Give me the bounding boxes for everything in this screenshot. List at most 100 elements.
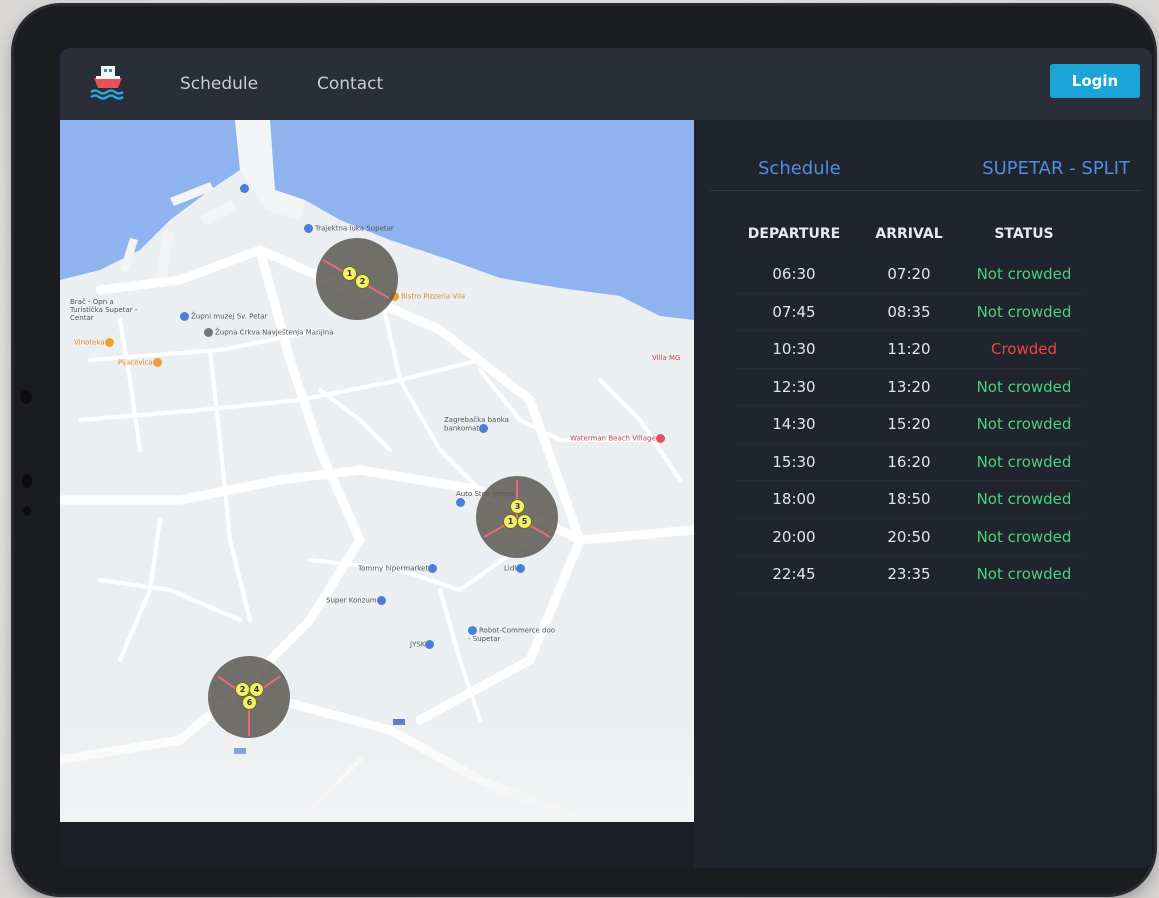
- header-departure: DEPARTURE: [747, 226, 841, 242]
- poi-marker[interactable]: Bistro Pizzeria Vila: [390, 292, 465, 301]
- map-pin-icon: [468, 626, 477, 635]
- arrival-time: 20:50: [854, 518, 964, 556]
- poi-marker[interactable]: Villa MG: [652, 354, 680, 362]
- poi-label: Trajektna luka Supetar: [315, 224, 394, 233]
- poi-marker[interactable]: Tommy hipermarket: [358, 564, 439, 573]
- crowd-marker[interactable]: 6: [242, 695, 257, 710]
- map-fade: [60, 712, 694, 822]
- schedule-rows: 06:30 07:20 Not crowded 07:45 08:35 Not crowd…: [734, 256, 1084, 594]
- poi-label: Tommy hipermarket: [358, 564, 429, 573]
- poi-label: Villa MG: [652, 354, 681, 362]
- poi-marker[interactable]: Zagrebačka banka bankomat: [444, 416, 514, 433]
- map-pin-icon: [376, 596, 386, 605]
- poi-marker[interactable]: Župna Crkva Navještenja Marijina: [204, 328, 333, 337]
- poi-label: Pijacevica: [118, 358, 153, 367]
- tablet-sensor: [22, 474, 32, 488]
- schedule-panel: Schedule SUPETAR - SPLIT DEPARTURE ARRIV…: [694, 120, 1152, 868]
- table-row[interactable]: 10:30 11:20 Crowded: [734, 330, 1084, 369]
- poi-label: Vinoteka: [74, 338, 105, 347]
- poi-label: Župna Crkva Navještenja Marijina: [215, 328, 334, 337]
- table-row[interactable]: 07:45 08:35 Not crowded: [734, 293, 1084, 331]
- crowd-marker[interactable]: 2: [355, 274, 370, 289]
- poi-label: Župni muzej Sv. Petar: [191, 312, 268, 321]
- poi-marker[interactable]: Župni muzej Sv. Petar: [180, 312, 267, 321]
- ship-logo-icon[interactable]: [86, 60, 130, 104]
- arrival-time: 15:20: [854, 405, 964, 444]
- crowd-status: Not crowded: [964, 256, 1084, 294]
- poi-label: Super Konzum: [326, 596, 377, 605]
- crowd-status: Not crowded: [964, 293, 1084, 331]
- poi-marker[interactable]: Super Konzum: [326, 596, 388, 605]
- poi-marker[interactable]: Robot-Commerce doo - Supetar: [468, 626, 558, 643]
- crowd-marker[interactable]: 1: [503, 514, 518, 529]
- departure-time: 06:30: [734, 256, 854, 294]
- poi-marker[interactable]: Trajektna luka Supetar: [304, 224, 394, 233]
- poi-marker[interactable]: JYSK: [410, 640, 436, 649]
- login-button[interactable]: Login: [1050, 64, 1140, 98]
- map-pin-icon: [655, 434, 665, 443]
- header-arrival: ARRIVAL: [875, 226, 943, 242]
- map-pin-icon: [479, 424, 489, 433]
- arrival-time: 11:20: [854, 330, 964, 369]
- arrival-time: 07:20: [854, 256, 964, 294]
- crowd-status: Not crowded: [964, 555, 1084, 594]
- poi-label: Brač - Opn a Turistička Supetar - Centar: [70, 298, 138, 322]
- arrival-time: 23:35: [854, 555, 964, 594]
- poi-marker[interactable]: Brač - Opn a Turistička Supetar - Centar: [70, 298, 140, 322]
- map-pin-icon: [425, 640, 435, 649]
- tablet-sensor: [23, 506, 31, 516]
- arrival-time: 08:35: [854, 293, 964, 331]
- poi-label: Bistro Pizzeria Vila: [401, 292, 466, 301]
- poi-label: Waterman Beach Village: [570, 434, 656, 443]
- poi-marker[interactable]: Vinoteka: [74, 338, 116, 347]
- departure-time: 18:00: [734, 480, 854, 519]
- departure-time: 07:45: [734, 293, 854, 331]
- departure-time: 15:30: [734, 443, 854, 481]
- poi-label: Zagrebačka banka bankomat: [444, 416, 509, 433]
- table-row[interactable]: 18:00 18:50 Not crowded: [734, 480, 1084, 519]
- table-row[interactable]: 20:00 20:50 Not crowded: [734, 518, 1084, 556]
- poi-label: Lidl: [504, 564, 517, 573]
- map-pin-icon: [516, 564, 526, 573]
- map-pin-icon: [104, 338, 114, 347]
- map-pin-icon: [152, 358, 162, 367]
- crowd-status: Not crowded: [964, 405, 1084, 444]
- table-row[interactable]: 22:45 23:35 Not crowded: [734, 555, 1084, 594]
- nav-link-schedule[interactable]: Schedule: [180, 74, 258, 94]
- map-pin-icon: [204, 328, 213, 337]
- crowd-cluster[interactable]: 3 1 5: [476, 476, 558, 558]
- route-title[interactable]: SUPETAR - SPLIT: [982, 158, 1130, 179]
- header-status: STATUS: [994, 226, 1054, 242]
- crowd-cluster[interactable]: 2 4 6: [208, 656, 290, 738]
- map-pin-icon: [304, 224, 313, 233]
- poi-marker[interactable]: Pijacevica: [118, 358, 164, 367]
- table-row[interactable]: 12:30 13:20 Not crowded: [734, 368, 1084, 406]
- map-view[interactable]: Trajektna luka Supetar Bistro Pizzeria V…: [60, 120, 694, 822]
- crowd-status: Not crowded: [964, 518, 1084, 556]
- tab-schedule[interactable]: Schedule: [758, 158, 841, 179]
- poi-marker[interactable]: Waterman Beach Village: [570, 434, 667, 443]
- nav-link-contact[interactable]: Contact: [317, 74, 383, 94]
- tablet-frame: Schedule Contact Login Trajektna luka Su…: [14, 6, 1154, 894]
- table-row[interactable]: 14:30 15:20 Not crowded: [734, 405, 1084, 444]
- crowd-status: Not crowded: [964, 443, 1084, 481]
- arrival-time: 18:50: [854, 480, 964, 519]
- table-row[interactable]: 15:30 16:20 Not crowded: [734, 443, 1084, 481]
- crowd-status: Crowded: [964, 330, 1084, 369]
- departure-time: 14:30: [734, 405, 854, 444]
- crowd-cluster[interactable]: 1 2: [316, 238, 398, 320]
- crowd-marker[interactable]: 3: [510, 499, 525, 514]
- departure-time: 20:00: [734, 518, 854, 556]
- arrival-time: 13:20: [854, 368, 964, 406]
- bottom-bar: [60, 822, 694, 868]
- departure-time: 12:30: [734, 368, 854, 406]
- table-row[interactable]: 06:30 07:20 Not crowded: [734, 256, 1084, 294]
- poi-marker[interactable]: Lidl: [504, 564, 527, 573]
- crowd-status: Not crowded: [964, 480, 1084, 519]
- poi-label: JYSK: [410, 640, 426, 649]
- crowd-marker[interactable]: 5: [517, 514, 532, 529]
- crowd-status: Not crowded: [964, 368, 1084, 406]
- top-navbar: Schedule Contact Login: [60, 48, 1152, 121]
- poi-marker[interactable]: [240, 184, 251, 193]
- map-pin-icon: [456, 498, 465, 507]
